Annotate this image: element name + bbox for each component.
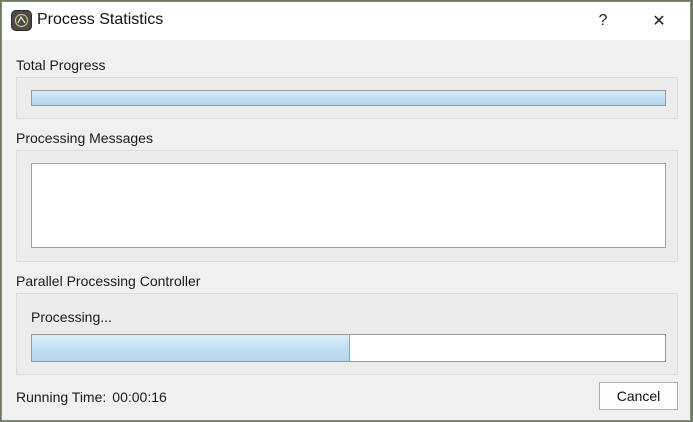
running-time-value: 00:00:16: [112, 389, 167, 405]
total-progress-group: [16, 77, 678, 119]
total-progress-fill: [32, 91, 665, 105]
processing-messages-box[interactable]: [31, 163, 666, 248]
running-time: Running Time: 00:00:16: [16, 389, 167, 405]
window-title: Process Statistics: [37, 11, 164, 28]
total-progress-bar: [31, 90, 666, 106]
running-time-label: Running Time:: [16, 389, 107, 405]
processing-messages-label: Processing Messages: [16, 130, 153, 146]
processing-messages-group: [16, 150, 678, 262]
app-icon: [11, 10, 32, 31]
help-icon: ?: [598, 12, 608, 29]
close-button[interactable]: ✕: [636, 2, 682, 40]
process-statistics-dialog: Process Statistics ? ✕ Total Progress Pr…: [1, 1, 691, 421]
parallel-controller-group: Processing...: [16, 293, 678, 375]
close-icon: ✕: [652, 13, 666, 30]
processing-status-text: Processing...: [31, 309, 112, 325]
controller-progress-bar: [31, 334, 666, 362]
cancel-button[interactable]: Cancel: [599, 382, 678, 410]
parallel-controller-label: Parallel Processing Controller: [16, 273, 201, 289]
title-bar: Process Statistics ? ✕: [2, 2, 690, 40]
help-button[interactable]: ?: [580, 2, 626, 40]
total-progress-label: Total Progress: [16, 57, 106, 73]
controller-progress-fill: [32, 335, 350, 361]
